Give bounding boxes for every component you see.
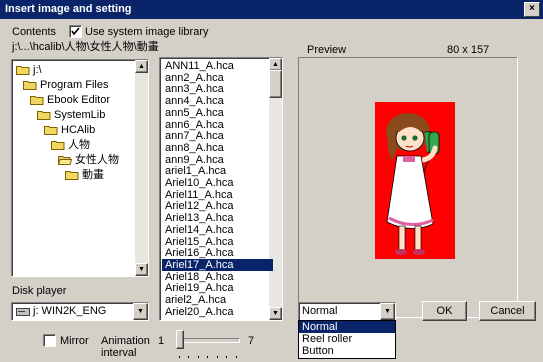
mode-option[interactable]: Button	[299, 345, 395, 357]
folder-icon	[37, 111, 51, 120]
file-list-item[interactable]: ANN11_A.hca	[162, 60, 273, 72]
file-list-item[interactable]: Ariel15_A.hca	[162, 236, 273, 248]
tree-item-label: HCAlib	[61, 124, 96, 136]
tree-item-label: Ebook Editor	[47, 94, 110, 106]
tree-item[interactable]: j:\	[16, 63, 42, 77]
disk-value: j: WIN2K_ENG	[33, 305, 107, 317]
mode-value: Normal	[302, 305, 338, 317]
cancel-button-label: Cancel	[490, 305, 525, 317]
file-list-item[interactable]: ann3_A.hca	[162, 83, 273, 95]
file-list-item[interactable]: Ariel20_A.hca	[162, 306, 273, 318]
file-list-item[interactable]: Ariel16_A.hca	[162, 247, 273, 259]
file-list-item[interactable]: Ariel14_A.hca	[162, 224, 273, 236]
animation-label: Animation	[101, 335, 150, 347]
tree-item[interactable]: Program Files	[23, 78, 108, 92]
file-list-item[interactable]: Ariel13_A.hca	[162, 212, 273, 224]
mirror-checkbox[interactable]	[43, 334, 56, 347]
disk-player-label: Disk player	[12, 285, 67, 297]
close-icon: ×	[529, 3, 535, 14]
current-path: j:\...\hcalib\人物\女性人物\動畫	[12, 41, 159, 53]
scroll-up-icon[interactable]: ▲	[135, 60, 148, 73]
drive-icon	[16, 308, 30, 316]
slider-min: 1	[158, 335, 165, 347]
file-list-item[interactable]: ann9_A.hca	[162, 154, 273, 166]
file-list-item[interactable]: ann5_A.hca	[162, 107, 273, 119]
tree-item-label: j:\	[33, 64, 42, 76]
ok-button-label: OK	[436, 305, 453, 317]
file-list-item[interactable]: ann6_A.hca	[162, 119, 273, 131]
slider-track	[176, 338, 240, 343]
tree-item-label: 人物	[68, 139, 90, 151]
close-button[interactable]: ×	[524, 2, 540, 17]
file-list-item[interactable]: ann4_A.hca	[162, 95, 273, 107]
folder-icon	[16, 66, 30, 75]
file-list-item[interactable]: Ariel18_A.hca	[162, 271, 273, 283]
folder-icon	[44, 126, 58, 135]
file-list-item[interactable]: ann2_A.hca	[162, 72, 273, 84]
open-folder-icon	[57, 156, 73, 165]
ok-button[interactable]: OK	[422, 301, 467, 321]
title-bar: Insert image and setting ×	[0, 0, 543, 19]
mode-dropdown[interactable]: Normal ▼	[298, 302, 396, 321]
slider-max: 7	[248, 335, 255, 347]
window-title: Insert image and setting	[5, 3, 132, 15]
tree-item-label: 動畫	[82, 169, 104, 181]
preview-size: 80 x 157	[447, 44, 490, 56]
folder-tree[interactable]: ▲ ▼ j:\ Program Files Ebook Editor SystemLi…	[11, 59, 149, 277]
preview-label: Preview	[307, 44, 347, 56]
file-list-item[interactable]: ann8_A.hca	[162, 142, 273, 154]
file-list-item[interactable]: ann7_A.hca	[162, 130, 273, 142]
tree-item-label: 女性人物	[75, 154, 119, 166]
slider-thumb[interactable]	[176, 330, 184, 349]
mode-option[interactable]: Normal	[299, 321, 395, 333]
file-list-item[interactable]: ariel2_A.hca	[162, 294, 273, 306]
tree-item-label: Program Files	[40, 79, 109, 91]
disk-dropdown[interactable]: j: WIN2K_ENG ▼	[11, 302, 149, 321]
cancel-button[interactable]: Cancel	[479, 301, 536, 321]
chevron-down-icon[interactable]: ▼	[133, 303, 148, 320]
scroll-down-icon[interactable]: ▼	[135, 263, 148, 276]
folder-icon	[51, 141, 65, 150]
mirror-label: Mirror	[60, 335, 89, 347]
tree-item[interactable]: HCAlib	[44, 123, 95, 137]
file-list-item[interactable]: Ariel12_A.hca	[162, 200, 273, 212]
contents-label: Contents	[12, 26, 57, 38]
tree-item[interactable]: 動畫	[65, 168, 104, 182]
library-checkbox-label: Use system image library	[85, 26, 209, 38]
folder-icon	[65, 171, 79, 180]
preview-pane	[298, 57, 518, 318]
file-list-item[interactable]: Ariel17_A.hca	[162, 258, 273, 271]
interval-label: interval	[101, 347, 137, 359]
mode-options-list[interactable]: Normal Reel roller Button	[298, 320, 396, 359]
file-list-item[interactable]: Ariel11_A.hca	[162, 189, 273, 201]
checkmark-icon	[71, 27, 80, 36]
slider-ticks	[179, 350, 237, 358]
folder-icon	[30, 96, 44, 105]
library-checkbox[interactable]	[69, 25, 82, 38]
tree-item[interactable]: SystemLib	[37, 108, 105, 122]
character-image	[375, 102, 455, 259]
file-list-item[interactable]: ariel1_A.hca	[162, 165, 273, 177]
tree-item[interactable]: 女性人物	[57, 153, 119, 167]
tree-item[interactable]: 人物	[51, 138, 90, 152]
mode-option[interactable]: Reel roller	[299, 333, 395, 345]
chevron-down-icon[interactable]: ▼	[380, 303, 395, 320]
folder-icon	[23, 81, 37, 90]
tree-scrollbar[interactable]: ▲ ▼	[135, 60, 148, 276]
tree-item[interactable]: Ebook Editor	[30, 93, 110, 107]
file-list[interactable]: ▲ ▼ ANN11_A.hca ann2_A.hca ann3_A.hca ann4_…	[159, 57, 283, 321]
tree-item-label: SystemLib	[54, 109, 106, 121]
file-list-item[interactable]: Ariel10_A.hca	[162, 177, 273, 189]
file-list-item[interactable]: Ariel19_A.hca	[162, 282, 273, 294]
